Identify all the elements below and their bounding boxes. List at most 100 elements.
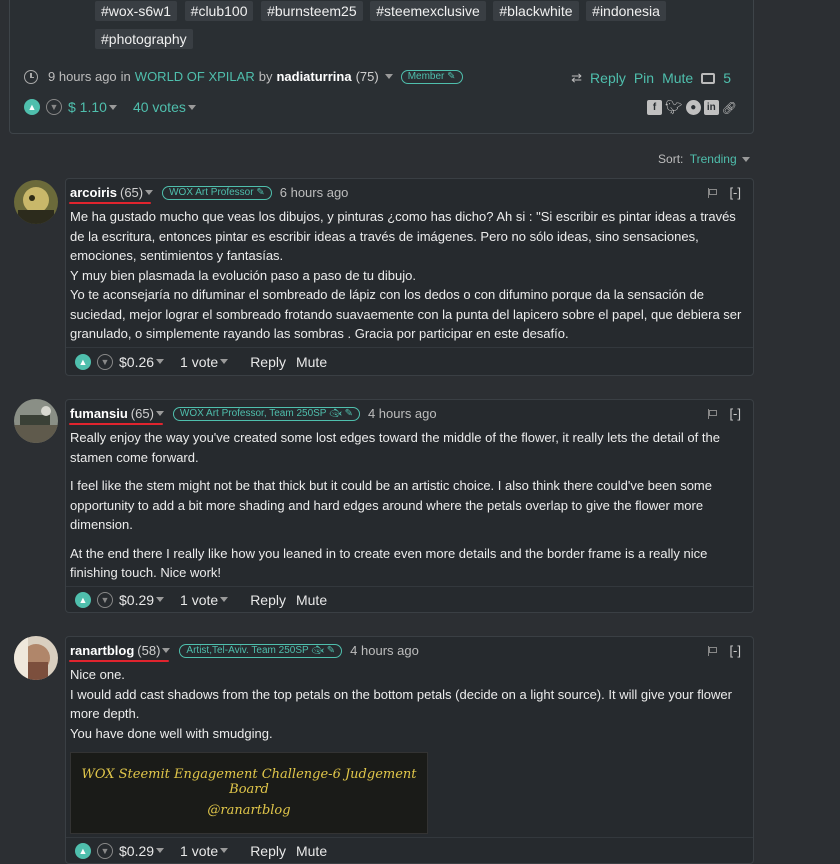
- comment-paragraph: Y muy bien plasmada la evolución paso a …: [70, 267, 416, 283]
- mute-button[interactable]: Mute: [662, 70, 693, 86]
- chevron-down-icon[interactable]: [220, 597, 229, 602]
- comment-header: arcoiris (65) WOX Art Professor ✎ 6 hour…: [70, 185, 348, 200]
- mute-button[interactable]: Mute: [296, 843, 327, 859]
- author-badge: Artist,Tel-Aviv. Team 250SP 🐟︎ ✎: [179, 643, 343, 658]
- underline-annotation: [69, 660, 169, 662]
- comment-header: fumansiu (65) WOX Art Professor, Team 25…: [70, 406, 437, 421]
- chevron-down-icon[interactable]: [156, 597, 165, 602]
- facebook-icon[interactable]: f: [646, 100, 662, 115]
- author-badge: WOX Art Professor ✎: [162, 185, 272, 200]
- collapse-button[interactable]: [-]: [729, 406, 741, 421]
- downvote-icon[interactable]: ▼: [97, 591, 113, 608]
- post-actions: ⇄ Reply Pin Mute 5: [571, 70, 731, 86]
- comment-payout[interactable]: $0.29: [119, 592, 154, 608]
- comment-payout[interactable]: $0.29: [119, 843, 154, 859]
- by-text: by: [258, 69, 273, 84]
- comment-body: Nice one. I would add cast shadows from …: [70, 665, 745, 743]
- reply-button[interactable]: Reply: [250, 592, 286, 608]
- post-payout[interactable]: $ 1.10: [68, 99, 107, 115]
- comment-time[interactable]: 4 hours ago: [350, 643, 419, 658]
- flag-icon[interactable]: [708, 187, 718, 198]
- community-link[interactable]: WORLD OF XPILAR: [135, 69, 255, 84]
- comment-time[interactable]: 4 hours ago: [368, 406, 437, 421]
- reply-button[interactable]: Reply: [250, 843, 286, 859]
- twitter-icon[interactable]: 🐦︎: [665, 99, 683, 116]
- post-vote-row: ▲ ▼ $ 1.10 40 votes: [24, 99, 196, 115]
- post-author[interactable]: nadiaturrina: [276, 69, 351, 84]
- avatar[interactable]: [14, 636, 58, 680]
- post-meta: 9 hours ago in WORLD OF XPILAR by nadiat…: [24, 69, 463, 84]
- tag[interactable]: #club100: [184, 1, 254, 21]
- tag[interactable]: #indonesia: [586, 1, 666, 21]
- comment-author[interactable]: arcoiris: [70, 185, 117, 200]
- downvote-icon[interactable]: ▼: [46, 99, 62, 115]
- chevron-down-icon[interactable]: [162, 648, 171, 653]
- avatar[interactable]: [14, 399, 58, 443]
- pin-button[interactable]: Pin: [634, 70, 654, 86]
- comment-author[interactable]: ranartblog: [70, 643, 134, 658]
- mute-button[interactable]: Mute: [296, 592, 327, 608]
- avatar-image: [14, 636, 58, 680]
- comment-body: Me ha gustado mucho que veas los dibujos…: [70, 207, 745, 344]
- upvote-icon[interactable]: ▲: [75, 591, 91, 608]
- pencil-icon[interactable]: ✎: [447, 71, 455, 83]
- comment-card: ranartblog (58) Artist,Tel-Aviv. Team 25…: [65, 636, 754, 864]
- post-votes[interactable]: 40 votes: [133, 99, 186, 115]
- chevron-down-icon[interactable]: [145, 190, 154, 195]
- upvote-icon[interactable]: ▲: [24, 99, 40, 115]
- reply-button[interactable]: Reply: [590, 70, 626, 86]
- reply-button[interactable]: Reply: [250, 354, 286, 370]
- chevron-down-icon[interactable]: [220, 848, 229, 853]
- comment-votes[interactable]: 1 vote: [180, 592, 218, 608]
- comment-time[interactable]: 6 hours ago: [280, 185, 349, 200]
- flag-icon[interactable]: [708, 645, 718, 656]
- avatar-image: [14, 180, 58, 224]
- reblog-icon[interactable]: ⇄: [571, 70, 582, 86]
- upvote-icon[interactable]: ▲: [75, 353, 91, 370]
- flag-icon[interactable]: [708, 408, 718, 419]
- chevron-down-icon[interactable]: [155, 411, 164, 416]
- pencil-icon[interactable]: ✎: [345, 408, 353, 419]
- tag[interactable]: #photography: [95, 29, 193, 49]
- linkedin-icon[interactable]: in: [703, 100, 719, 115]
- share-icons: f 🐦︎ ● in 🔗︎: [646, 99, 737, 116]
- chevron-down-icon[interactable]: [156, 359, 165, 364]
- tag[interactable]: #burnsteem25: [261, 1, 363, 21]
- judgement-board-image: WOX Steemit Engagement Challenge-6 Judge…: [70, 752, 428, 834]
- comment-controls: [-]: [708, 406, 741, 421]
- mute-button[interactable]: Mute: [296, 354, 327, 370]
- chevron-down-icon[interactable]: [220, 359, 229, 364]
- post-time[interactable]: 9 hours ago: [48, 69, 117, 84]
- pencil-icon[interactable]: ✎: [256, 187, 264, 198]
- pencil-icon[interactable]: ✎: [327, 645, 335, 656]
- comment-votes[interactable]: 1 vote: [180, 843, 218, 859]
- comment-footer: ▲ ▼ $0.29 1 vote Reply Mute: [66, 837, 753, 863]
- tag[interactable]: #wox-s6w1: [95, 1, 178, 21]
- chevron-down-icon[interactable]: [187, 104, 196, 110]
- comment-count[interactable]: 5: [723, 70, 731, 86]
- collapse-button[interactable]: [-]: [729, 643, 741, 658]
- sort-value[interactable]: Trending: [690, 152, 737, 166]
- comment-footer: ▲ ▼ $0.26 1 vote Reply Mute: [66, 347, 753, 375]
- chevron-down-icon[interactable]: [156, 848, 165, 853]
- collapse-button[interactable]: [-]: [729, 185, 741, 200]
- link-icon[interactable]: 🔗︎: [722, 101, 737, 115]
- chevron-down-icon[interactable]: [384, 74, 393, 79]
- comment-votes[interactable]: 1 vote: [180, 354, 218, 370]
- tag[interactable]: #blackwhite: [493, 1, 579, 21]
- comment-author[interactable]: fumansiu: [70, 406, 128, 421]
- chevron-down-icon[interactable]: [108, 104, 117, 110]
- reddit-icon[interactable]: ●: [685, 100, 701, 115]
- avatar[interactable]: [14, 180, 58, 224]
- tag[interactable]: #steemexclusive: [370, 1, 486, 21]
- sort-control[interactable]: Sort: Trending: [658, 152, 750, 166]
- avatar-image: [14, 399, 58, 443]
- comment-payout[interactable]: $0.26: [119, 354, 154, 370]
- downvote-icon[interactable]: ▼: [97, 353, 113, 370]
- chevron-down-icon[interactable]: [742, 157, 750, 163]
- upvote-icon[interactable]: ▲: [75, 842, 91, 859]
- badge-label: Member: [407, 70, 445, 82]
- downvote-icon[interactable]: ▼: [97, 842, 113, 859]
- author-reputation: (58): [137, 643, 161, 658]
- comments-icon[interactable]: [701, 72, 716, 84]
